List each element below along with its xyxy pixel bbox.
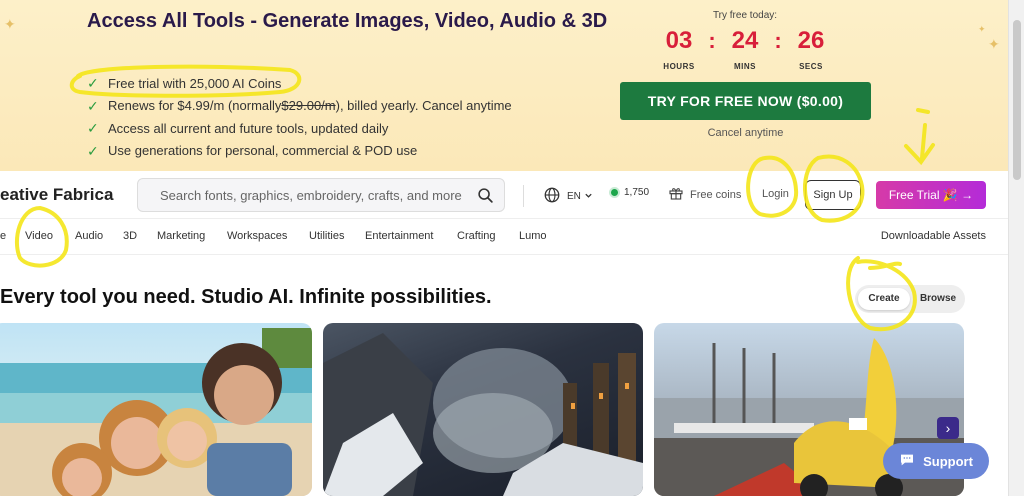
perk-text: Renews for $4.99/m (normally (108, 98, 282, 114)
sparkle-icon: ✦ (978, 24, 986, 34)
nav-item-3d[interactable]: 3D (123, 230, 137, 242)
countdown-mins: 24 MINS (716, 26, 774, 71)
search-icon[interactable] (477, 187, 494, 209)
carousel-next-button[interactable]: › (937, 417, 959, 439)
mins-label: MINS (734, 62, 756, 71)
countdown-hours: 03 HOURS (650, 26, 708, 71)
perk-strike-price: $29.00/m (281, 98, 336, 114)
perk-item: ✓ Access all current and future tools, u… (87, 117, 607, 140)
sparkle-icon: ✦ (4, 16, 16, 32)
site-header: eative Fabrica EN 1,750 Free coins Login… (0, 171, 1008, 219)
colon-separator: : (774, 28, 782, 53)
check-icon: ✓ (87, 97, 99, 114)
scrollbar[interactable] (1008, 0, 1024, 496)
nav-item-crafting[interactable]: Crafting (457, 230, 496, 242)
language-code: EN (567, 191, 581, 202)
promo-banner: ✦ ✦ ✦ Access All Tools - Generate Images… (0, 0, 1008, 171)
create-browse-toggle: Create Browse (855, 285, 965, 313)
perk-text: Free trial with 25,000 AI Coins (108, 75, 282, 91)
perk-text: Access all current and future tools, upd… (108, 120, 389, 136)
tool-card-image[interactable] (0, 323, 312, 496)
check-icon: ✓ (87, 142, 99, 159)
coin-icon (609, 187, 620, 198)
header-divider (523, 185, 524, 207)
nav-item-marketing[interactable]: Marketing (157, 230, 205, 242)
free-coins-label: Free coins (690, 188, 742, 201)
support-label: Support (923, 453, 973, 469)
nav-item-utilities[interactable]: Utilities (309, 230, 344, 242)
page-headline: Every tool you need. Studio AI. Infinite… (0, 286, 492, 308)
free-trial-button[interactable]: Free Trial 🎉 → (876, 181, 986, 209)
countdown-timer: 03 HOURS : 24 MINS : 26 SECS (620, 26, 870, 71)
sparkle-icon: ✦ (988, 36, 1000, 52)
category-nav: e Video Audio 3D Marketing Workspaces Ut… (0, 219, 1008, 255)
tool-card-video[interactable] (323, 323, 643, 496)
site-logo[interactable]: eative Fabrica (0, 185, 113, 205)
card-illustration (0, 328, 312, 496)
nav-item-entertainment[interactable]: Entertainment (365, 230, 433, 242)
hours-label: HOURS (663, 62, 695, 71)
chat-icon (899, 452, 915, 471)
coin-count: 1,750 (624, 187, 650, 198)
nav-item-audio[interactable]: Audio (75, 230, 103, 242)
perk-text: Use generations for personal, commercial… (108, 143, 418, 159)
perk-text-suffix: ), billed yearly. Cancel anytime (335, 98, 512, 114)
free-coins-link[interactable]: Free coins (668, 185, 741, 204)
nav-item-downloadable-assets[interactable]: Downloadable Assets (881, 230, 986, 242)
countdown: Try free today: 03 HOURS : 24 MINS : 26 … (620, 8, 870, 71)
colon-separator: : (708, 28, 716, 53)
mins-value: 24 (731, 27, 759, 54)
language-selector[interactable]: EN (543, 186, 593, 207)
check-icon: ✓ (87, 75, 99, 92)
scrollbar-thumb[interactable] (1013, 20, 1021, 180)
coin-balance[interactable]: 1,750 (609, 187, 649, 198)
secs-label: SECS (799, 62, 823, 71)
perk-item: ✓ Free trial with 25,000 AI Coins (87, 72, 607, 95)
check-icon: ✓ (87, 120, 99, 137)
search-input[interactable] (138, 179, 468, 211)
secs-value: 26 (797, 27, 825, 54)
cancel-anytime-text: Cancel anytime (707, 127, 784, 139)
nav-item[interactable]: e (0, 230, 6, 242)
countdown-label: Try free today: (712, 10, 778, 21)
perk-item: ✓ Renews for $4.99/m (normally $29.00/m)… (87, 95, 607, 118)
perk-item: ✓ Use generations for personal, commerci… (87, 140, 607, 163)
banner-title: Access All Tools - Generate Images, Vide… (87, 10, 608, 32)
support-button[interactable]: Support (883, 443, 989, 479)
card-illustration (323, 333, 643, 496)
nav-item-video[interactable]: Video (25, 230, 53, 242)
chevron-right-icon: › (945, 420, 951, 436)
try-free-button[interactable]: TRY FOR FREE NOW ($0.00) (620, 82, 871, 120)
nav-item-lumo[interactable]: Lumo (519, 230, 547, 242)
search-bar (137, 178, 505, 212)
toggle-browse[interactable]: Browse (913, 288, 963, 310)
hours-value: 03 (665, 27, 693, 54)
nav-item-workspaces[interactable]: Workspaces (227, 230, 287, 242)
gift-icon (668, 185, 684, 204)
countdown-secs: 26 SECS (782, 26, 840, 71)
login-link[interactable]: Login (762, 188, 789, 200)
signup-button[interactable]: Sign Up (805, 180, 861, 210)
toggle-create[interactable]: Create (858, 288, 910, 310)
globe-icon (543, 186, 561, 207)
perk-list: ✓ Free trial with 25,000 AI Coins ✓ Rene… (87, 72, 607, 162)
chevron-down-icon (584, 191, 593, 203)
